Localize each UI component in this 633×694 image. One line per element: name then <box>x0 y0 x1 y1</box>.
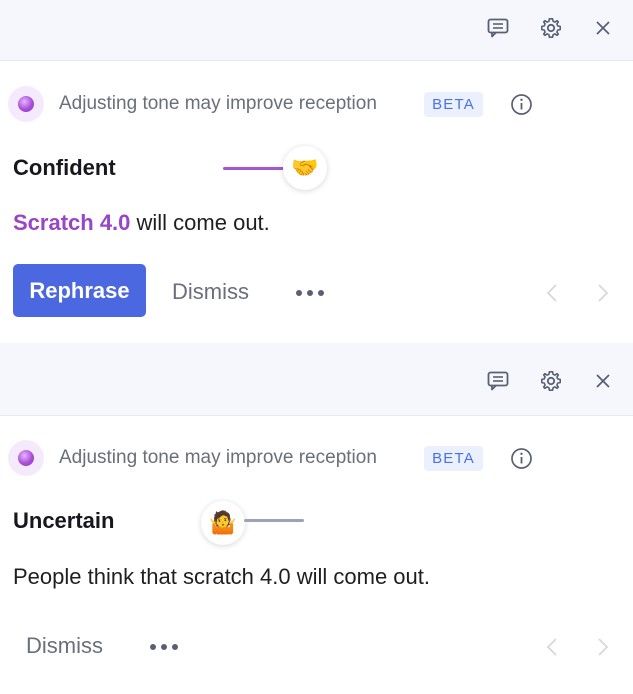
chevron-left-icon[interactable] <box>545 282 559 304</box>
assistant-orb-icon <box>8 440 44 476</box>
original-sentence: People think that scratch 4.0 will come … <box>13 564 430 589</box>
tone-meter-line <box>244 519 304 522</box>
beta-badge: BETA <box>424 92 483 117</box>
dismiss-button[interactable]: Dismiss <box>172 279 249 305</box>
assistant-orb-icon <box>8 86 44 122</box>
gear-icon[interactable] <box>538 368 564 394</box>
tone-suggestion-card-uncertain: Adjusting tone may improve reception BET… <box>0 343 633 694</box>
feedback-icon[interactable] <box>485 368 511 394</box>
suggested-sentence: Scratch 4.0 will come out. <box>13 210 270 236</box>
chevron-right-icon[interactable] <box>596 636 610 658</box>
close-icon[interactable] <box>590 368 616 394</box>
tone-label: Confident <box>13 155 116 180</box>
more-options-icon[interactable] <box>296 288 324 298</box>
shrug-emoji-icon: 🤷 <box>201 501 245 545</box>
tone-label: Uncertain <box>13 508 115 533</box>
card-header-text: Adjusting tone may improve reception <box>59 447 377 468</box>
info-icon[interactable] <box>510 447 533 470</box>
info-icon[interactable] <box>510 93 533 116</box>
handshake-emoji-icon: 🤝 <box>283 146 327 190</box>
dismiss-button[interactable]: Dismiss <box>26 633 103 659</box>
card-header: Adjusting tone may improve reception BET… <box>0 86 633 122</box>
gear-icon[interactable] <box>538 15 564 41</box>
beta-badge: BETA <box>424 446 483 471</box>
rephrase-button[interactable]: Rephrase <box>13 264 146 317</box>
tone-suggestion-card-confident: Adjusting tone may improve reception BET… <box>0 0 633 343</box>
sentence-rest: will come out. <box>130 210 270 235</box>
chevron-left-icon[interactable] <box>545 636 559 658</box>
close-icon[interactable] <box>590 15 616 41</box>
card-toolbar <box>0 343 633 416</box>
tone-meter-line <box>223 167 285 170</box>
highlighted-phrase: Scratch 4.0 <box>13 210 131 235</box>
card-toolbar <box>0 0 633 61</box>
card-header: Adjusting tone may improve reception BET… <box>0 440 633 476</box>
chevron-right-icon[interactable] <box>596 282 610 304</box>
card-header-text: Adjusting tone may improve reception <box>59 93 377 114</box>
feedback-icon[interactable] <box>485 15 511 41</box>
more-options-icon[interactable] <box>150 642 178 652</box>
